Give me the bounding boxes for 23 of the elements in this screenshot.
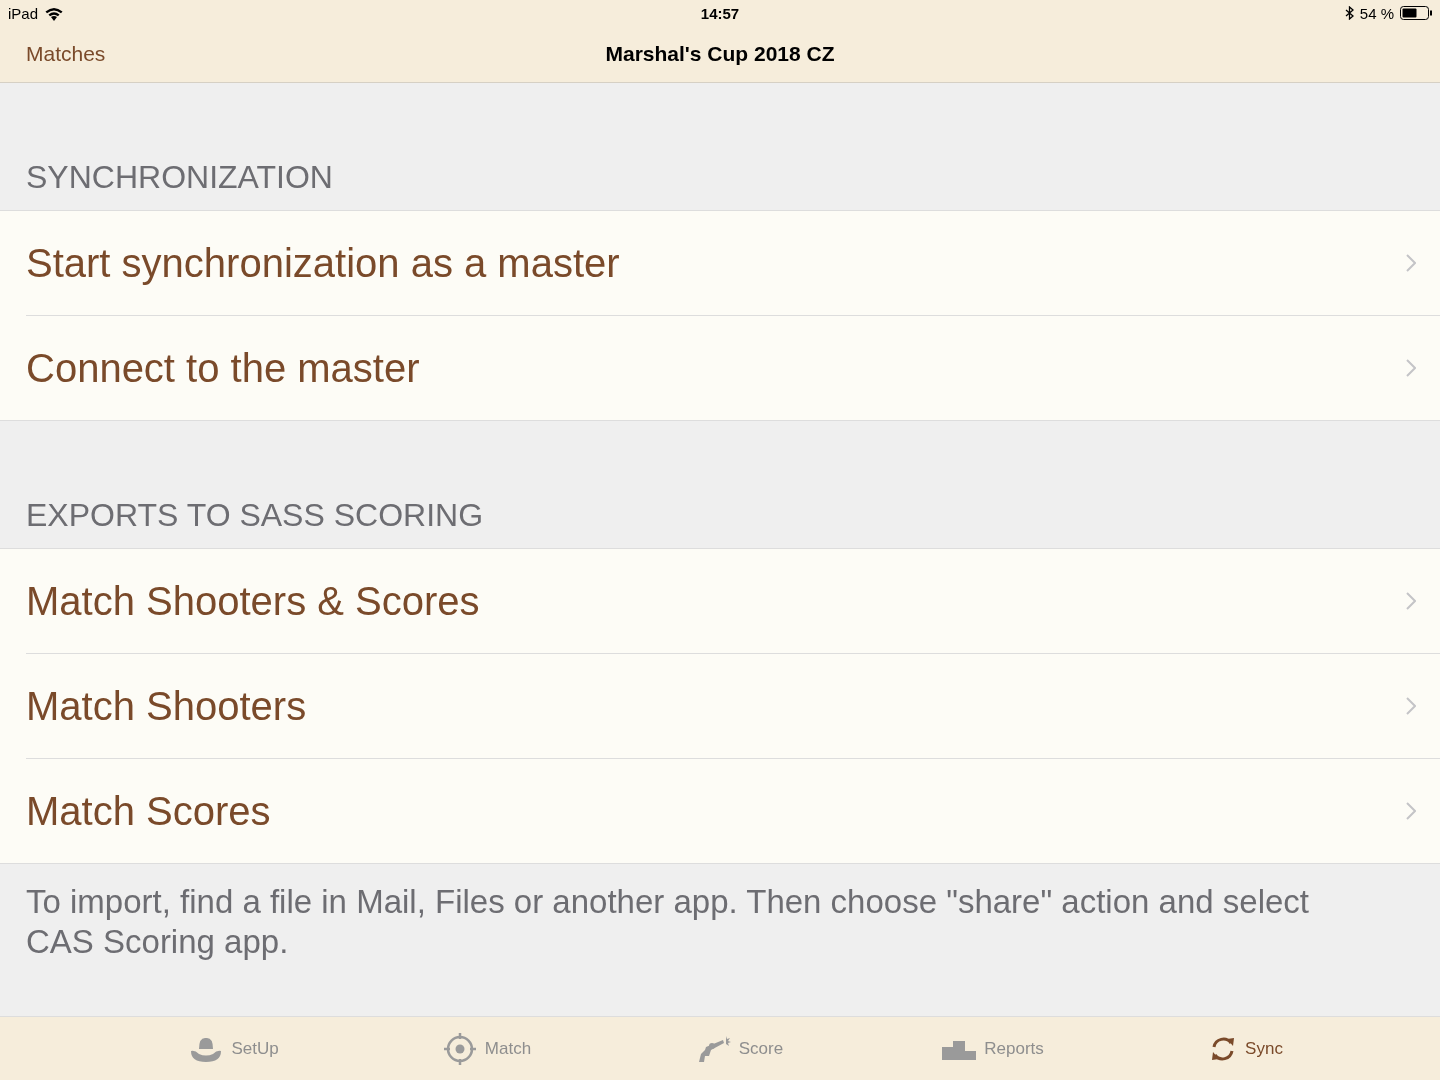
list-row[interactable]: Match Shooters xyxy=(26,654,1440,759)
nav-title: Marshal's Cup 2018 CZ xyxy=(605,42,835,66)
list-row[interactable]: Match Scores xyxy=(26,759,1440,863)
list-row[interactable]: Connect to the master xyxy=(26,316,1440,420)
tab-item[interactable]: Sync xyxy=(1119,1017,1373,1080)
clock: 14:57 xyxy=(700,4,740,22)
section-header: SYNCHRONIZATION xyxy=(25,158,334,197)
battery-icon xyxy=(1400,6,1432,20)
section-footer: To import, find a file in Mail, Files or another app. Then choose "share" action and select CAS Scoring app. xyxy=(0,864,1400,980)
list-row[interactable]: Match Shooters & Scores xyxy=(26,549,1440,654)
crosshair-icon xyxy=(442,1031,477,1066)
battery-percent: 54 % xyxy=(1359,4,1394,22)
section-header: EXPORTS TO SASS SCORING xyxy=(25,496,484,535)
bluetooth-icon xyxy=(1344,6,1354,20)
back-button[interactable]: Matches xyxy=(26,42,106,66)
device-name: iPad xyxy=(8,4,39,22)
chevron-icon xyxy=(1406,254,1416,272)
chevron-icon xyxy=(1406,697,1416,715)
chevron-icon xyxy=(1406,802,1416,820)
list-row[interactable]: Start synchronization as a master xyxy=(26,211,1440,316)
wifi-icon xyxy=(44,5,65,21)
chevron-icon xyxy=(1406,592,1416,610)
chevron-icon xyxy=(1406,359,1416,377)
